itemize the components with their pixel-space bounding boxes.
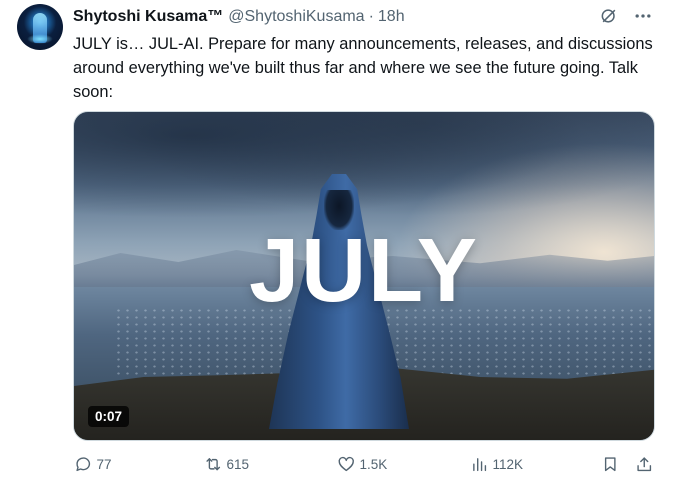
video-duration-badge: 0:07 (88, 406, 130, 427)
repost-button[interactable]: 615 (204, 455, 249, 474)
view-count: 112K (492, 456, 524, 472)
timestamp[interactable]: 18h (378, 8, 405, 26)
action-bar: 77 615 1.5K 112K (0, 455, 675, 477)
video-media[interactable]: JULY 0:07 (73, 111, 655, 441)
repost-count: 615 (226, 456, 250, 472)
video-overlay-title: JULY (249, 221, 479, 321)
grok-icon[interactable] (599, 6, 619, 26)
avatar-glow (27, 34, 53, 44)
reply-icon (76, 457, 91, 472)
header-icons (599, 6, 653, 26)
tweet-text: JULY is… JUL-AI. Prepare for many announ… (73, 35, 653, 101)
bookmark-button[interactable] (601, 455, 620, 474)
user-handle[interactable]: @ShytoshiKusama (228, 8, 364, 26)
separator-dot: · (368, 8, 374, 25)
repost-icon (206, 458, 221, 471)
tweet-header: Shytoshi Kusama™ @ShytoshiKusama · 18h (73, 6, 405, 28)
share-icon (637, 457, 652, 472)
like-count: 1.5K (359, 456, 388, 472)
heart-icon (338, 456, 354, 472)
display-name[interactable]: Shytoshi Kusama™ (73, 8, 223, 26)
like-button[interactable]: 1.5K (337, 455, 387, 474)
share-button[interactable] (635, 455, 654, 474)
reply-button[interactable]: 77 (74, 455, 112, 474)
clouds (74, 112, 654, 232)
bookmark-icon (604, 457, 616, 472)
views-button[interactable]: 112K (470, 455, 523, 474)
reply-count: 77 (96, 456, 112, 472)
views-icon (473, 458, 487, 472)
avatar[interactable] (17, 4, 63, 50)
more-icon[interactable] (633, 6, 653, 26)
